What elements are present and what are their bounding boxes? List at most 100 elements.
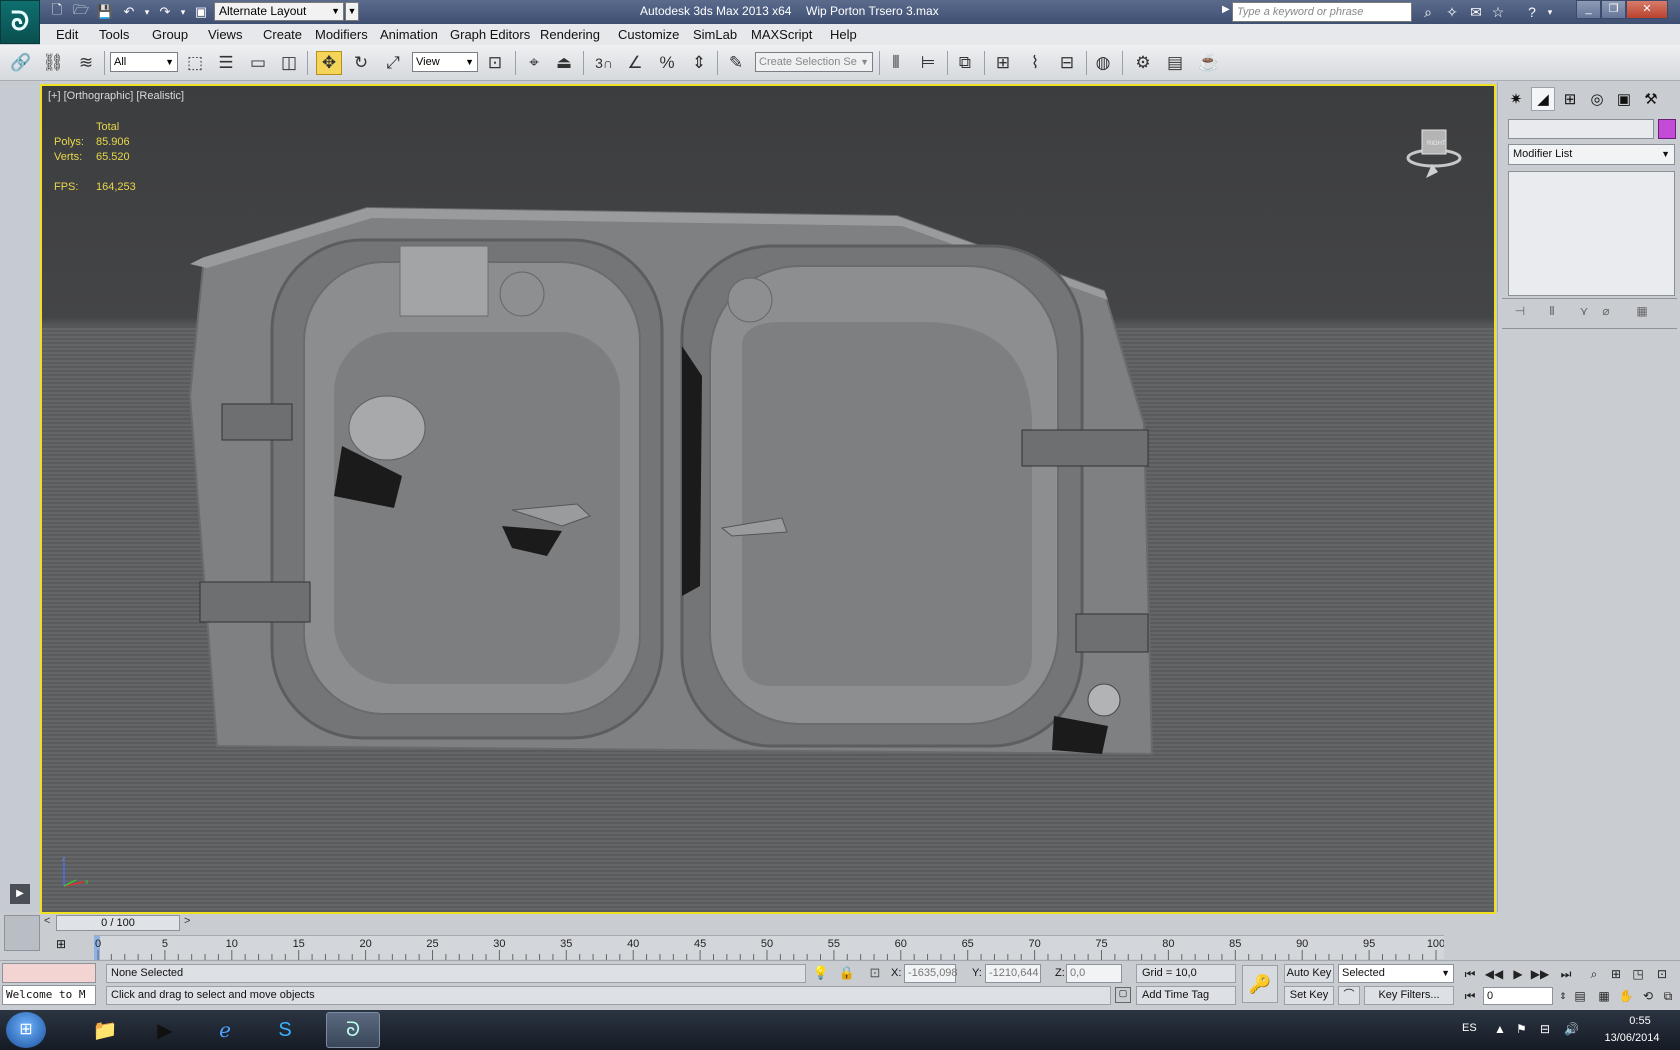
quick-access-dropdown-icon[interactable]: ▼ <box>345 2 359 21</box>
menu-simlab[interactable]: SimLab <box>693 27 737 42</box>
key-mode-select[interactable]: Selected ▼ <box>1338 964 1454 983</box>
snaps-toggle-icon[interactable]: 3 ∩ <box>591 51 617 75</box>
zoom-all-icon[interactable]: ⊞ <box>1606 965 1626 983</box>
select-by-name-icon[interactable]: ☰ <box>213 51 239 75</box>
skype-icon[interactable]: S <box>258 1012 312 1048</box>
menu-graph-editors[interactable]: Graph Editors <box>450 27 530 42</box>
selection-lock-icon[interactable]: 🔒 <box>838 965 856 983</box>
next-frame-icon[interactable]: > <box>184 915 190 927</box>
spinner-snap-icon[interactable]: ⇕ <box>686 51 712 75</box>
volume-icon[interactable]: 🔊 <box>1564 1022 1579 1036</box>
clock-date[interactable]: 13/06/2014 <box>1594 1032 1670 1044</box>
field-of-view-icon[interactable]: ▤ <box>1570 987 1590 1005</box>
remove-modifier-icon[interactable]: ⌀ <box>1596 304 1616 322</box>
time-slider[interactable]: 0 / 100 <box>56 915 180 931</box>
clock-time[interactable]: 0:55 <box>1612 1015 1668 1027</box>
x-coordinate-field[interactable]: -1635,098 <box>904 964 958 983</box>
mini-curve-editor-toggle[interactable] <box>4 915 40 951</box>
subscription-icon[interactable]: ✧ <box>1442 3 1462 21</box>
menu-help[interactable]: Help <box>830 27 857 42</box>
communication-icon[interactable]: ✉ <box>1466 3 1486 21</box>
file-explorer-icon[interactable]: 📁 <box>78 1012 132 1048</box>
curve-editor-icon[interactable]: ⌇ <box>1022 51 1048 75</box>
previous-frame-icon[interactable]: < <box>44 915 50 927</box>
auto-key-button[interactable]: Auto Key <box>1284 964 1334 983</box>
menu-views[interactable]: Views <box>208 27 242 42</box>
select-object-icon[interactable]: ⬚ <box>182 51 208 75</box>
schematic-view-icon[interactable]: ⊟ <box>1054 51 1080 75</box>
rendered-frame-window-icon[interactable]: ▤ <box>1162 51 1188 75</box>
new-file-icon[interactable]: 🗋 <box>48 2 66 21</box>
align-icon[interactable]: ⊨ <box>915 51 941 75</box>
set-keys-key-icon[interactable]: 🔑 <box>1242 965 1278 1003</box>
menu-create[interactable]: Create <box>263 27 302 42</box>
binoculars-icon[interactable]: ⌕ <box>1418 3 1438 21</box>
configure-modifier-sets-icon[interactable]: ▦ <box>1632 304 1652 322</box>
display-tab-icon[interactable]: ▣ <box>1612 87 1636 111</box>
favorites-star-icon[interactable]: ☆ <box>1488 3 1508 21</box>
internet-explorer-icon[interactable]: ℯ <box>198 1012 252 1048</box>
set-key-button[interactable]: Set Key <box>1284 986 1334 1005</box>
reference-coordinate-select[interactable]: View ▼ <box>412 52 478 72</box>
menu-group[interactable]: Group <box>152 27 188 42</box>
minimize-button[interactable]: _ <box>1576 0 1601 19</box>
action-center-flag-icon[interactable]: ⚑ <box>1516 1022 1527 1036</box>
previous-key-icon[interactable]: ◀◀ <box>1484 965 1504 983</box>
language-indicator[interactable]: ES <box>1462 1022 1477 1034</box>
help-dropdown-icon[interactable]: ▾ <box>1540 3 1560 21</box>
default-in-out-tangents-icon[interactable]: ⌒ <box>1338 986 1360 1005</box>
z-coordinate-field[interactable]: 0,0 <box>1066 964 1122 983</box>
media-player-icon[interactable]: ▶ <box>138 1012 192 1048</box>
help-icon[interactable]: ? <box>1522 3 1542 21</box>
maximize-button[interactable]: ❐ <box>1601 0 1626 19</box>
select-and-link-icon[interactable]: 🔗 <box>8 51 34 75</box>
window-crossing-icon[interactable]: ◫ <box>276 51 302 75</box>
manipulate-icon[interactable]: ⌖ <box>521 51 547 75</box>
graphite-modeling-tools-icon[interactable]: ⊞ <box>990 51 1016 75</box>
viewcube-icon[interactable]: RIGHT <box>1404 124 1462 182</box>
open-mini-curve-editor-icon[interactable]: ⊞ <box>50 937 72 955</box>
menu-animation[interactable]: Animation <box>380 27 438 42</box>
time-tag-icon[interactable]: ▢ <box>1115 987 1131 1003</box>
search-input[interactable]: Type a keyword or phrase <box>1232 2 1412 22</box>
redo-dropdown-icon[interactable]: ▾ <box>174 3 192 21</box>
time-configuration-icon[interactable]: ▦ <box>1594 987 1614 1005</box>
play-icon[interactable]: ▶ <box>1508 965 1528 983</box>
orbit-icon[interactable]: ⟲ <box>1638 987 1658 1005</box>
add-time-tag-button[interactable]: Add Time Tag <box>1136 986 1236 1005</box>
key-filters-button[interactable]: Key Filters... <box>1364 986 1454 1005</box>
3dsmax-taskbar-icon[interactable]: ᘐ <box>326 1012 380 1048</box>
key-mode-toggle-icon[interactable]: ⏮ <box>1460 987 1480 1005</box>
open-file-icon[interactable]: 🗁 <box>72 2 90 21</box>
modify-tab-icon[interactable]: ◢ <box>1531 87 1555 111</box>
modifier-stack[interactable] <box>1508 171 1675 296</box>
object-color-swatch[interactable] <box>1658 119 1676 139</box>
application-menu-button[interactable]: ᘐ <box>0 0 40 44</box>
bind-to-space-warp-icon[interactable]: ≋ <box>73 51 99 75</box>
y-coordinate-field[interactable]: -1210,644 <box>985 964 1041 983</box>
save-file-icon[interactable]: 💾 <box>96 3 114 21</box>
zoom-extents-icon[interactable]: ◳ <box>1628 965 1648 983</box>
show-end-result-icon[interactable]: Ⅱ <box>1542 304 1562 322</box>
create-tab-icon[interactable]: ✷ <box>1504 87 1528 111</box>
zoom-icon[interactable]: ⌕ <box>1584 965 1604 983</box>
named-selection-sets-input[interactable]: Create Selection Se ▼ <box>755 52 873 72</box>
viewport-label[interactable]: [+] [Orthographic] [Realistic] <box>48 90 184 102</box>
menu-customize[interactable]: Customize <box>618 27 679 42</box>
menu-edit[interactable]: Edit <box>56 27 78 42</box>
absolute-mode-transform-icon[interactable]: ⊡ <box>866 965 884 983</box>
search-expand-icon[interactable]: ▶ <box>1222 4 1230 15</box>
modifier-list-select[interactable]: Modifier List ▼ <box>1508 144 1675 165</box>
current-frame-field[interactable]: 0 <box>1483 987 1553 1005</box>
angle-snap-icon[interactable]: ∠ <box>622 51 648 75</box>
select-and-move-icon[interactable]: ✥ <box>316 51 342 75</box>
select-and-scale-icon[interactable]: ⤢ <box>380 51 406 75</box>
hierarchy-tab-icon[interactable]: ⊞ <box>1558 87 1582 111</box>
edit-named-selection-icon[interactable]: ✎ <box>723 51 749 75</box>
workspace-select[interactable]: Alternate Layout ▼ <box>214 2 344 21</box>
network-icon[interactable]: ⊟ <box>1540 1022 1550 1036</box>
track-bar[interactable]: 0 5 10 15 20 25 30 35 40 45 50 55 60 65 70 75 80 85 90 95 10… <box>94 935 1444 960</box>
selection-filter-select[interactable]: All ▼ <box>110 52 178 72</box>
menu-tools[interactable]: Tools <box>99 27 129 42</box>
pivot-point-center-icon[interactable]: ⊡ <box>482 51 508 75</box>
